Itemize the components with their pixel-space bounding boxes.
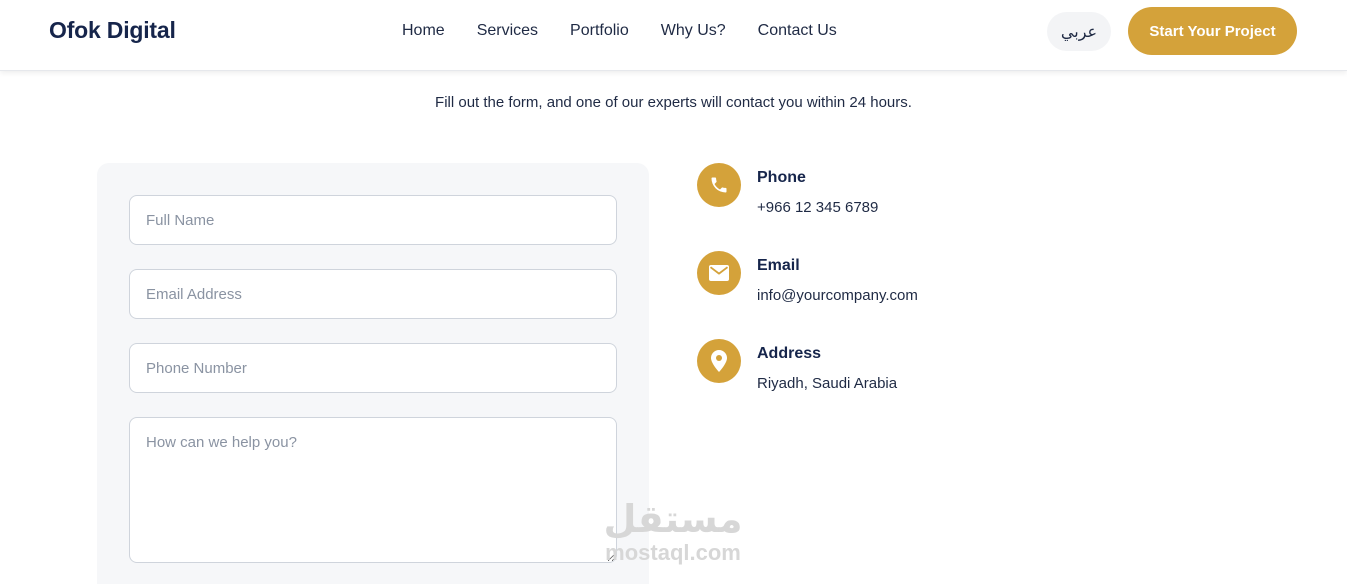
- main-nav: Home Services Portfolio Why Us? Contact …: [402, 22, 869, 40]
- contact-info-email: Email info@yourcompany.com: [697, 251, 1097, 311]
- phone-value[interactable]: +966 12 345 6789: [757, 199, 878, 216]
- address-value: Riyadh, Saudi Arabia: [757, 375, 898, 392]
- contact-subtitle: Fill out the form, and one of our expert…: [435, 94, 912, 111]
- envelope-icon: [697, 251, 741, 295]
- phone-number-input[interactable]: [129, 343, 617, 393]
- brand-logo[interactable]: Ofok Digital: [49, 17, 176, 44]
- message-textarea[interactable]: [129, 417, 617, 563]
- nav-link-portfolio[interactable]: Portfolio: [570, 22, 629, 40]
- map-pin-icon: [697, 339, 741, 383]
- contact-form: [97, 163, 649, 584]
- nav-link-contact-us[interactable]: Contact Us: [758, 22, 837, 40]
- nav-link-why-us[interactable]: Why Us?: [661, 22, 726, 40]
- nav-link-services[interactable]: Services: [477, 22, 538, 40]
- phone-label: Phone: [757, 169, 806, 186]
- language-toggle-button[interactable]: عربي: [1047, 12, 1111, 51]
- phone-icon: [697, 163, 741, 207]
- email-label: Email: [757, 257, 800, 274]
- nav-link-home[interactable]: Home: [402, 22, 445, 40]
- start-project-button[interactable]: Start Your Project: [1128, 7, 1297, 55]
- address-label: Address: [757, 345, 822, 362]
- contact-info-phone: Phone +966 12 345 6789: [697, 163, 1097, 223]
- email-address-input[interactable]: [129, 269, 617, 319]
- email-value[interactable]: info@yourcompany.com: [757, 287, 918, 304]
- contact-info-address: Address Riyadh, Saudi Arabia: [697, 339, 1097, 399]
- navbar: Ofok Digital Home Services Portfolio Why…: [0, 0, 1347, 71]
- full-name-input[interactable]: [129, 195, 617, 245]
